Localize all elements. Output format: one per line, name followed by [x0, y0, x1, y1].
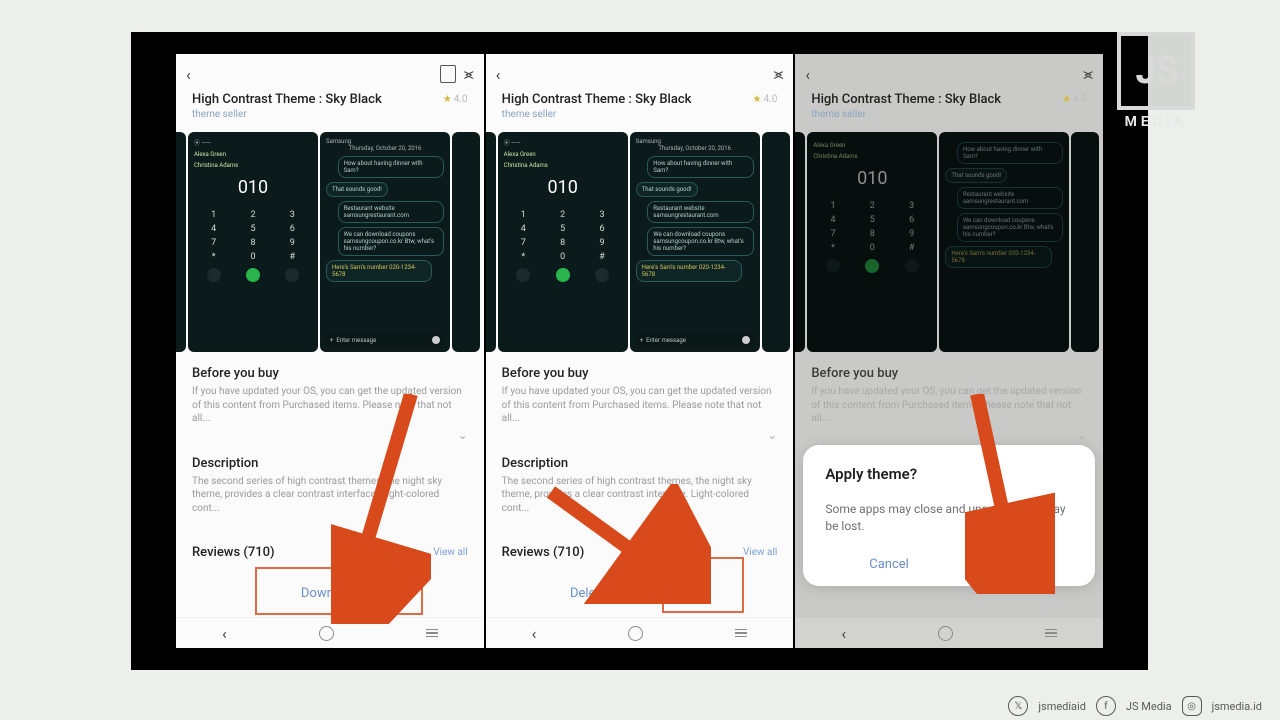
- nav-recents-icon[interactable]: [1045, 629, 1057, 638]
- view-all-link[interactable]: View all: [433, 547, 467, 558]
- theme-title: High Contrast Theme : Sky Black: [192, 92, 443, 107]
- expand-icon[interactable]: ⌄: [486, 428, 794, 442]
- theme-title-row: High Contrast Theme : Sky Black ★ 4.0: [176, 84, 484, 109]
- dialog-message: Some apps may close and unsaved data may…: [825, 501, 1073, 535]
- theme-seller[interactable]: theme seller: [486, 109, 794, 120]
- theme-previews: Alexa Green Christina Adams 010 123 456 …: [795, 132, 1103, 352]
- watermark-logo: JS MEDIA: [1117, 32, 1195, 130]
- instagram-icon: ◎: [1182, 696, 1202, 716]
- facebook-icon: f: [1096, 696, 1116, 716]
- nav-back-icon[interactable]: ‹: [841, 624, 846, 643]
- reviews-row: Reviews (710) View all: [176, 515, 484, 564]
- nav-bar: ‹: [176, 617, 484, 648]
- theme-title: High Contrast Theme : Sky Black: [502, 92, 753, 107]
- description-section: Description The second series of high co…: [176, 442, 484, 516]
- app-bar: ‹ ⪤: [176, 54, 484, 84]
- phone-screen-3: ‹ ⪤ High Contrast Theme : Sky Black ★ 4.…: [795, 54, 1103, 648]
- theme-previews[interactable]: ⦿ —— Alexa Green Christina Adams 010 123…: [176, 132, 484, 352]
- facebook-handle: JS Media: [1126, 700, 1172, 713]
- nav-recents-icon[interactable]: [735, 629, 747, 638]
- instagram-handle: jsmedia.id: [1212, 700, 1262, 713]
- social-links: 𝕏 jsmediaid f JS Media ◎ jsmedia.id: [1008, 696, 1262, 716]
- expand-icon[interactable]: ⌄: [176, 428, 484, 442]
- nav-home-icon[interactable]: [628, 626, 643, 641]
- phone-screen-1: ‹ ⪤ High Contrast Theme : Sky Black ★ 4.…: [176, 54, 484, 648]
- nav-back-icon[interactable]: ‹: [532, 624, 537, 643]
- back-icon[interactable]: ‹: [186, 65, 191, 84]
- share-icon[interactable]: ⪤: [1083, 65, 1093, 83]
- reviews-title: Reviews (710): [192, 545, 433, 560]
- back-icon[interactable]: ‹: [496, 65, 501, 84]
- tutorial-container: ‹ ⪤ High Contrast Theme : Sky Black ★ 4.…: [131, 32, 1148, 670]
- delete-button[interactable]: Delete: [570, 586, 607, 601]
- view-all-link[interactable]: View all: [743, 547, 777, 558]
- highlight-box: [979, 542, 1051, 580]
- nav-home-icon[interactable]: [938, 626, 953, 641]
- before-you-buy: Before you buy If you have updated your …: [176, 352, 484, 426]
- nav-back-icon[interactable]: ‹: [222, 624, 227, 643]
- apply-theme-dialog: Apply theme? Some apps may close and uns…: [803, 445, 1095, 586]
- theme-seller[interactable]: theme seller: [176, 109, 484, 120]
- app-bar: ‹ ⪤: [486, 54, 794, 84]
- bookmark-icon[interactable]: [440, 65, 456, 83]
- theme-previews[interactable]: ⦿ —— Alexa Green Christina Adams 010 123…: [486, 132, 794, 352]
- phone-screen-2: ‹ ⪤ High Contrast Theme : Sky Black ★ 4.…: [486, 54, 794, 648]
- nav-recents-icon[interactable]: [426, 629, 438, 638]
- rating-value: 4.0: [454, 94, 468, 105]
- highlight-box: [255, 567, 423, 615]
- twitter-handle: jsmediaid: [1038, 700, 1086, 713]
- share-icon[interactable]: ⪤: [464, 65, 474, 83]
- twitter-icon: 𝕏: [1008, 696, 1028, 716]
- dialog-cancel-button[interactable]: Cancel: [869, 557, 909, 572]
- share-icon[interactable]: ⪤: [774, 65, 784, 83]
- star-icon: ★: [443, 94, 452, 105]
- back-icon[interactable]: ‹: [805, 65, 810, 84]
- dialog-title: Apply theme?: [825, 465, 1073, 483]
- nav-home-icon[interactable]: [319, 626, 334, 641]
- highlight-box: [662, 557, 744, 613]
